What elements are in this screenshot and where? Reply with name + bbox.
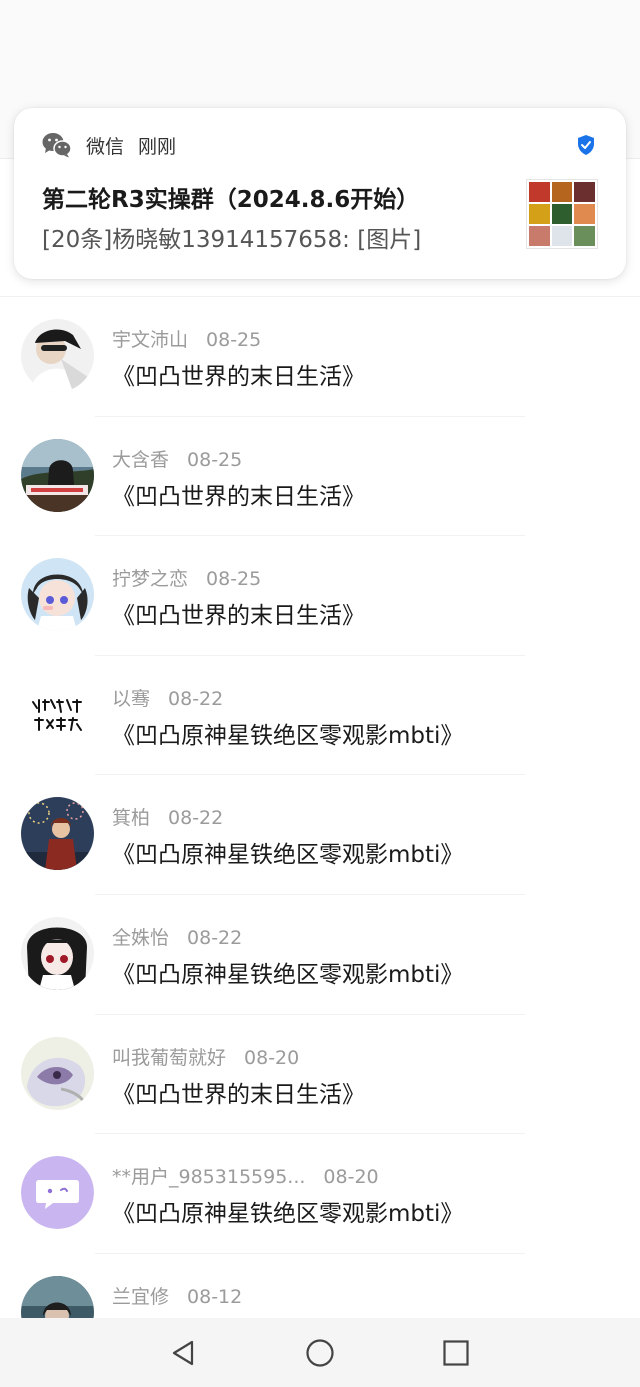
home-circle-icon[interactable] (304, 1337, 336, 1369)
user-name: 宇文沛山 (112, 329, 189, 351)
item-date: 08-22 (168, 687, 224, 710)
avatar[interactable] (21, 558, 94, 632)
item-date: 08-20 (244, 1046, 300, 1069)
item-date: 08-22 (187, 926, 243, 949)
item-meta: 叫我葡萄就好 08-20 (112, 1043, 299, 1070)
message-list: 宇文沛山 08-25 《凹凸世界的末日生活》 大含香 08-25 《凹凸世界的末日生… (0, 297, 640, 1373)
item-meta: 以骞 08-22 (112, 684, 223, 711)
item-meta: 拧梦之恋 08-25 (112, 564, 261, 591)
group-avatar-grid (526, 179, 598, 249)
system-navigation-bar (0, 1318, 640, 1387)
item-title: 《凹凸世界的末日生活》 (112, 603, 365, 630)
item-meta: 宇文沛山 08-25 (112, 325, 261, 352)
list-item[interactable]: 箕柏 08-22 《凹凸原神星铁绝区零观影mbti》 (0, 775, 640, 895)
item-meta: 兰宜修 08-12 (112, 1282, 242, 1309)
item-date: 08-20 (323, 1166, 379, 1189)
user-name: 叫我葡萄就好 (112, 1046, 227, 1069)
list-item[interactable]: 大含香 08-25 《凹凸世界的末日生活》 (0, 417, 640, 537)
notification-time: 刚刚 (138, 135, 177, 158)
item-date: 08-12 (187, 1285, 243, 1308)
notification-body: [20条]杨晓敏13914157658: [图片] (42, 227, 422, 253)
user-name: **用户_985315595... (112, 1166, 306, 1189)
list-item[interactable]: 宇文沛山 08-25 《凹凸世界的末日生活》 (0, 297, 640, 417)
item-date: 08-22 (168, 807, 224, 830)
avatar[interactable] (21, 797, 94, 871)
item-title: 《凹凸原神星铁绝区零观影mbti》 (112, 842, 464, 869)
item-meta: 大含香 08-25 (112, 445, 242, 472)
item-title: 《凹凸原神星铁绝区零观影mbti》 (112, 722, 464, 749)
user-name: 箕柏 (112, 807, 151, 830)
notification-title: 第二轮R3实操群（2024.8.6开始） (42, 187, 420, 213)
avatar[interactable] (21, 916, 94, 990)
item-title: 《凹凸世界的末日生活》 (112, 483, 365, 510)
item-meta: 全姝怡 08-22 (112, 923, 242, 950)
avatar[interactable] (21, 438, 94, 512)
wechat-notification[interactable]: 微信 刚刚 第二轮R3实操群（2024.8.6开始） [20条]杨晓敏13914… (14, 108, 626, 279)
list-item[interactable]: 全姝怡 08-22 《凹凸原神星铁绝区零观影mbti》 (0, 895, 640, 1015)
item-title: 《凹凸世界的末日生活》 (112, 1081, 365, 1108)
user-name: 兰宜修 (112, 1285, 170, 1308)
list-item[interactable]: 拧梦之恋 08-25 《凹凸世界的末日生活》 (0, 536, 640, 656)
item-meta: **用户_985315595... 08-20 (112, 1162, 379, 1189)
item-title: 《凹凸世界的末日生活》 (112, 364, 365, 390)
user-name: 以骞 (112, 687, 151, 710)
back-triangle-icon[interactable] (168, 1337, 200, 1369)
item-title: 《凹凸原神星铁绝区零观影mbti》 (112, 961, 464, 988)
item-date: 08-25 (206, 329, 262, 351)
avatar[interactable] (21, 319, 94, 392)
avatar[interactable] (21, 677, 94, 751)
recents-square-icon[interactable] (440, 1337, 472, 1369)
shield-check-icon (578, 135, 594, 155)
list-item[interactable]: 叫我葡萄就好 08-20 《凹凸世界的末日生活》 (0, 1015, 640, 1135)
avatar[interactable] (21, 1156, 94, 1230)
user-name: 全姝怡 (112, 926, 170, 949)
item-date: 08-25 (206, 568, 262, 591)
user-name: 拧梦之恋 (112, 568, 189, 591)
list-item[interactable]: **用户_985315595... 08-20 《凹凸原神星铁绝区零观影mbti》 (0, 1134, 640, 1254)
user-name: 大含香 (112, 448, 170, 471)
wechat-icon (42, 133, 72, 158)
item-date: 08-25 (187, 448, 243, 471)
item-title: 《凹凸原神星铁绝区零观影mbti》 (112, 1201, 464, 1228)
avatar[interactable] (21, 1036, 94, 1110)
item-meta: 箕柏 08-22 (112, 803, 223, 830)
notification-app-name: 微信 (86, 135, 125, 158)
list-item[interactable]: 以骞 08-22 《凹凸原神星铁绝区零观影mbti》 (0, 656, 640, 776)
notification-header: 微信 刚刚 (42, 130, 176, 160)
